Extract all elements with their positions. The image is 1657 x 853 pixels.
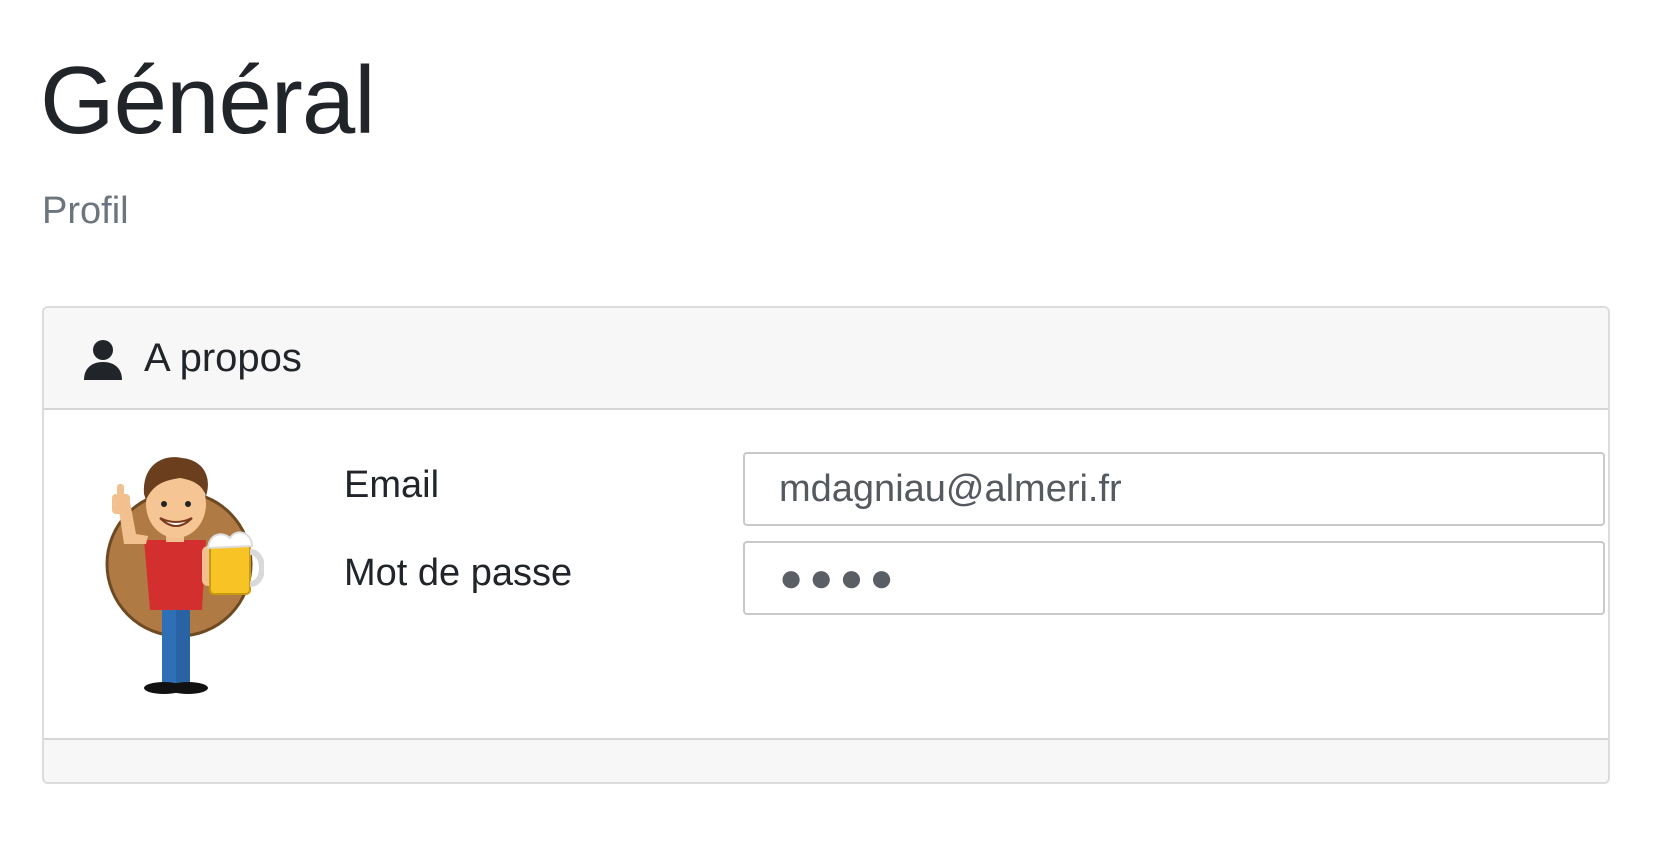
card-header: A propos <box>44 308 1608 410</box>
card-header-label: A propos <box>144 336 302 380</box>
user-icon <box>84 340 122 380</box>
page-subtitle: Profil <box>42 190 129 232</box>
page: Général Profil A propos Email mdagniau@a… <box>0 0 1657 853</box>
password-label: Mot de passe <box>344 552 573 594</box>
about-card: A propos Email mdagniau@almeri.fr Mot de… <box>42 306 1610 784</box>
email-label: Email <box>344 464 440 506</box>
avatar <box>105 457 264 694</box>
card-footer <box>44 738 1608 782</box>
page-title: Général <box>40 47 376 154</box>
password-field[interactable] <box>743 541 1605 615</box>
email-field[interactable] <box>743 452 1605 526</box>
